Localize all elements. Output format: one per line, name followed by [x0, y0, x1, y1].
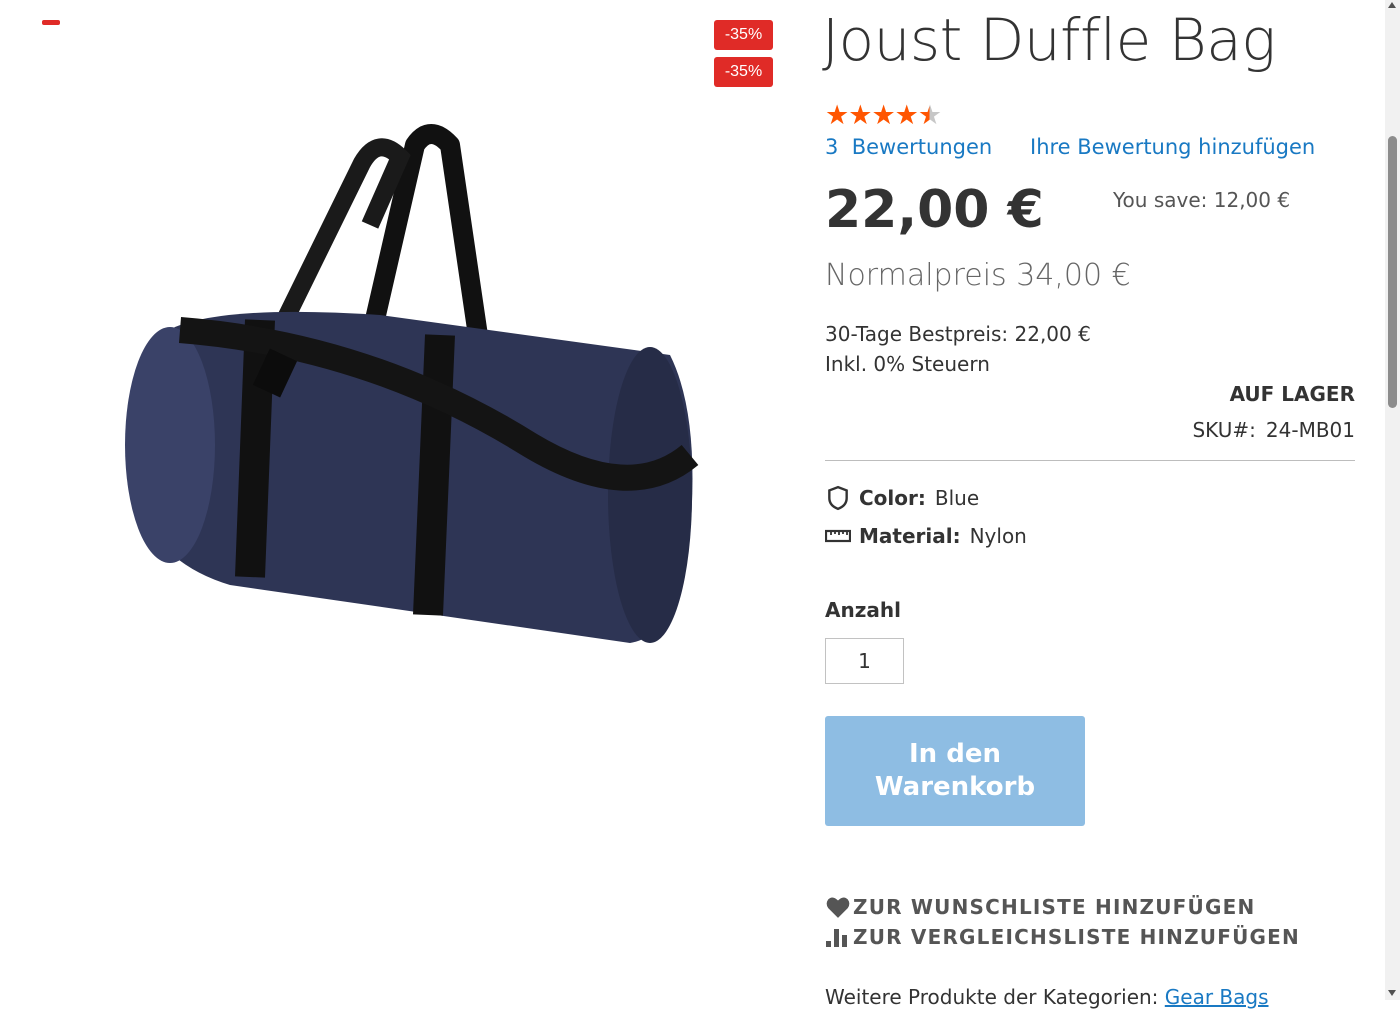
add-to-cart-button[interactable]: In den Warenkorb — [825, 716, 1085, 826]
product-info: Joust Duffle Bag ★ ★ ★ ★ ★ 3 Bewertungen… — [822, 0, 1355, 1009]
attribute-material: Material: Nylon — [825, 523, 1027, 549]
add-to-compare-link[interactable]: Zur Vergleichsliste hinzufügen — [825, 925, 1300, 949]
compare-label: Zur Vergleichsliste hinzufügen — [853, 925, 1300, 949]
heart-icon — [826, 897, 850, 918]
more-products: Weitere Produkte der Kategorien: Gear Ba… — [825, 985, 1269, 1009]
discount-badge: -35% — [714, 20, 773, 50]
shield-icon — [828, 485, 848, 511]
category-link[interactable]: Gear Bags — [1165, 985, 1269, 1009]
regular-price: Normalpreis 34,00 € — [825, 258, 1131, 293]
qty-label: Anzahl — [825, 598, 901, 622]
page-title: Joust Duffle Bag — [822, 6, 1276, 74]
star-icon: ★ — [825, 100, 849, 131]
reviews-count: 3 — [825, 135, 839, 159]
attribute-value: Nylon — [969, 524, 1027, 548]
attribute-label: Material: — [859, 524, 961, 548]
scroll-down-arrow-icon[interactable] — [1388, 990, 1396, 996]
qty-input[interactable] — [825, 638, 904, 684]
duffle-bag-image[interactable] — [110, 115, 710, 655]
reviews-link[interactable]: 3 Bewertungen — [825, 135, 992, 159]
attribute-label: Color: — [859, 486, 926, 510]
rating-stars: ★ ★ ★ ★ ★ — [825, 100, 942, 131]
add-to-wishlist-link[interactable]: Zur Wunschliste hinzufügen — [825, 895, 1255, 919]
stock-status: Auf Lager — [1229, 382, 1355, 406]
attribute-value: Blue — [934, 486, 980, 510]
tax-note: Inkl. 0% Steuern — [825, 352, 990, 376]
attribute-color: Color: Blue — [825, 485, 979, 511]
more-products-prefix: Weitere Produkte der Kategorien: — [825, 985, 1159, 1009]
scrollbar[interactable] — [1385, 0, 1400, 1000]
star-icon: ★ — [871, 100, 895, 131]
product-gallery: -35% -35% — [0, 0, 800, 1000]
sku-label: SKU#: — [1192, 418, 1256, 442]
divider — [825, 460, 1355, 461]
star-icon: ★ — [894, 100, 919, 131]
scroll-up-arrow-icon[interactable] — [1388, 2, 1396, 8]
sku-value: 24-MB01 — [1265, 418, 1355, 442]
scrollbar-thumb[interactable] — [1388, 136, 1397, 408]
you-save-text: You save: 12,00 € — [1113, 188, 1291, 212]
sku: SKU#: 24-MB01 — [1192, 418, 1355, 442]
star-icon: ★ — [848, 100, 872, 131]
final-price: 22,00 € — [825, 180, 1044, 240]
wishlist-label: Zur Wunschliste hinzufügen — [853, 895, 1256, 919]
ruler-icon — [825, 529, 851, 543]
add-review-link[interactable]: Ihre Bewertung hinzufügen — [1030, 135, 1315, 159]
bar-chart-icon — [826, 929, 847, 947]
reviews-label: Bewertungen — [851, 135, 993, 159]
discount-badge: -35% — [714, 57, 773, 87]
best-price-30d: 30-Tage Bestpreis: 22,00 € — [825, 322, 1091, 346]
half-star-icon: ★ — [917, 100, 942, 131]
